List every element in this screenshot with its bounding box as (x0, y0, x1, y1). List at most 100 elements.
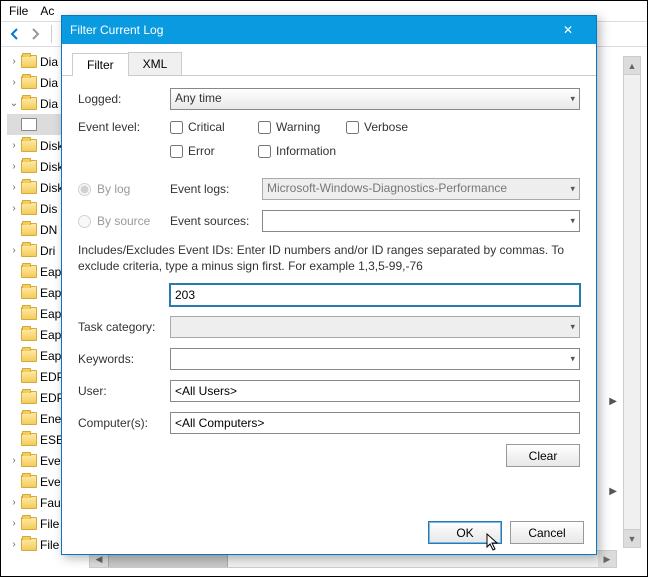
tree-label: Disk (40, 181, 63, 195)
eventlevel-label: Event level: (78, 120, 170, 134)
tree-label: Dis (40, 202, 57, 216)
twisty-icon[interactable]: › (7, 539, 21, 550)
tree-label: Disk (40, 160, 63, 174)
scroll-up-icon[interactable]: ▲ (624, 57, 640, 75)
tree-label: File (40, 517, 59, 531)
tree-label: Dia (40, 76, 58, 90)
tree-label: File (40, 538, 59, 552)
folder-icon (21, 496, 37, 509)
scrollbar-vertical[interactable]: ▲ ▼ (623, 56, 641, 548)
tabstrip: Filter XML (62, 44, 596, 76)
twisty-icon[interactable]: › (7, 56, 21, 67)
user-label: User: (78, 384, 170, 398)
twisty-icon[interactable]: › (7, 140, 21, 151)
ok-button[interactable]: OK (428, 521, 502, 544)
dialog-footer: OK Cancel (62, 511, 596, 554)
dialog-titlebar[interactable]: Filter Current Log ✕ (62, 16, 596, 44)
folder-icon (21, 370, 37, 383)
folder-icon (21, 265, 37, 278)
dialog-title: Filter Current Log (70, 23, 548, 37)
folder-icon (21, 433, 37, 446)
clear-button[interactable]: Clear (506, 444, 580, 467)
expand-arrow-icon[interactable]: ▶ (609, 486, 617, 497)
keywords-dropdown[interactable]: ▾ (170, 348, 580, 370)
tree-label: Eap (40, 307, 61, 321)
chevron-down-icon: ▾ (570, 354, 575, 365)
folder-icon (21, 97, 37, 110)
folder-icon (21, 454, 37, 467)
logged-dropdown[interactable]: Any time ▾ (170, 88, 580, 110)
eventsources-dropdown[interactable]: ▾ (262, 210, 580, 232)
chevron-down-icon: ▾ (570, 216, 575, 227)
nav-forward-icon (27, 26, 43, 42)
warning-checkbox[interactable]: Warning (258, 120, 346, 134)
scroll-right-icon[interactable]: ▶ (598, 551, 616, 567)
tree-label: Eap (40, 265, 61, 279)
keywords-label: Keywords: (78, 352, 170, 366)
folder-icon (21, 202, 37, 215)
eventlogs-dropdown: Microsoft-Windows-Diagnostics-Performanc… (262, 178, 580, 200)
tree-label: Dia (40, 55, 58, 69)
bylog-radio: By log (78, 182, 170, 196)
nav-back-icon[interactable] (7, 26, 23, 42)
folder-icon (21, 76, 37, 89)
folder-icon (21, 328, 37, 341)
user-input[interactable] (170, 380, 580, 402)
taskcategory-label: Task category: (78, 320, 170, 334)
twisty-icon[interactable]: › (7, 77, 21, 88)
folder-icon (21, 412, 37, 425)
scroll-down-icon[interactable]: ▼ (624, 529, 640, 547)
eventsources-label: Event sources: (170, 214, 262, 228)
folder-icon (21, 517, 37, 530)
twisty-icon[interactable]: › (7, 203, 21, 214)
folder-icon (21, 349, 37, 362)
folder-icon (21, 244, 37, 257)
tab-filter[interactable]: Filter (72, 53, 129, 76)
error-checkbox[interactable]: Error (170, 144, 258, 158)
event-id-input[interactable] (170, 284, 580, 306)
twisty-icon[interactable]: › (7, 161, 21, 172)
tree-label: Disk (40, 139, 63, 153)
file-icon (21, 118, 37, 131)
menu-file[interactable]: File (9, 4, 28, 18)
filter-dialog: Filter Current Log ✕ Filter XML Logged: … (61, 15, 597, 555)
eventlogs-label: Event logs: (170, 182, 262, 196)
tree-label: Dia (40, 97, 58, 111)
expand-arrow-icon[interactable]: ▶ (609, 396, 617, 407)
tree-label: Fau (40, 496, 61, 510)
twisty-icon[interactable]: › (7, 455, 21, 466)
tab-xml[interactable]: XML (128, 52, 183, 75)
folder-icon (21, 181, 37, 194)
tree-label: Eap (40, 286, 61, 300)
computers-input[interactable] (170, 412, 580, 434)
close-icon[interactable]: ✕ (548, 23, 588, 37)
id-help-text: Includes/Excludes Event IDs: Enter ID nu… (78, 242, 580, 274)
bysource-radio: By source (78, 214, 170, 228)
folder-icon (21, 307, 37, 320)
folder-icon (21, 391, 37, 404)
verbose-checkbox[interactable]: Verbose (346, 120, 434, 134)
logged-label: Logged: (78, 92, 170, 106)
twisty-icon[interactable]: › (7, 245, 21, 256)
tree-label: Eap (40, 328, 61, 342)
chevron-down-icon: ▾ (570, 94, 575, 105)
tree-label: DN (40, 223, 57, 237)
tree-label: Eap (40, 349, 61, 363)
tree-label: Eve (40, 454, 61, 468)
cancel-button[interactable]: Cancel (510, 521, 584, 544)
chevron-down-icon: ▾ (570, 184, 575, 195)
twisty-icon[interactable]: › (7, 518, 21, 529)
folder-icon (21, 139, 37, 152)
folder-icon (21, 223, 37, 236)
taskcategory-dropdown: ▾ (170, 316, 580, 338)
twisty-icon[interactable]: › (7, 182, 21, 193)
computers-label: Computer(s): (78, 416, 170, 430)
twisty-icon[interactable]: ⌄ (7, 98, 21, 109)
twisty-icon[interactable]: › (7, 497, 21, 508)
tree-label: Ene (40, 412, 61, 426)
folder-icon (21, 538, 37, 551)
information-checkbox[interactable]: Information (258, 144, 378, 158)
menu-action-truncated[interactable]: Ac (40, 4, 54, 18)
critical-checkbox[interactable]: Critical (170, 120, 258, 134)
tree-label: Dri (40, 244, 55, 258)
